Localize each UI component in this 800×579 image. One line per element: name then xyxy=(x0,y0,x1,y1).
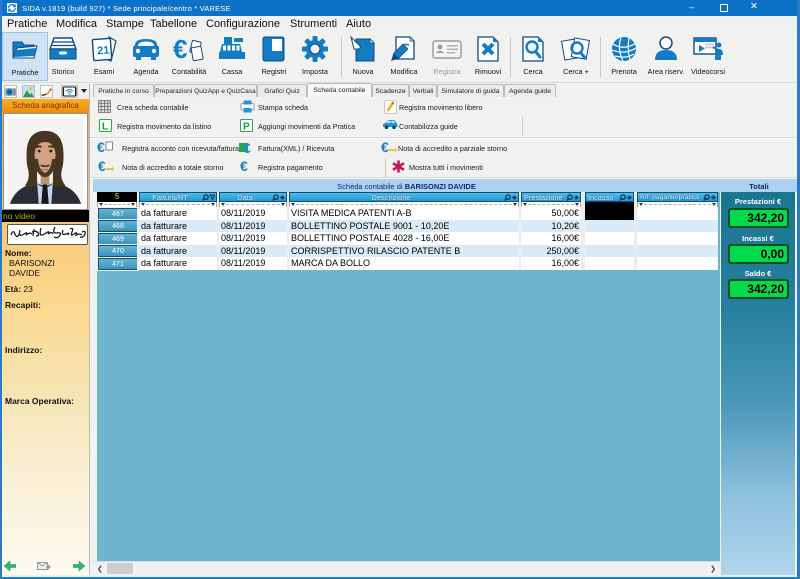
svg-text:P: P xyxy=(243,122,250,133)
svg-text:€: € xyxy=(173,35,187,63)
svg-text:L: L xyxy=(102,122,108,133)
svg-text:€: € xyxy=(381,141,389,154)
svg-text:€: € xyxy=(98,160,106,173)
svg-text:21: 21 xyxy=(97,45,110,58)
svg-text:€: € xyxy=(97,141,105,154)
svg-text:€: € xyxy=(240,160,248,173)
svg-text:€: € xyxy=(243,141,251,154)
